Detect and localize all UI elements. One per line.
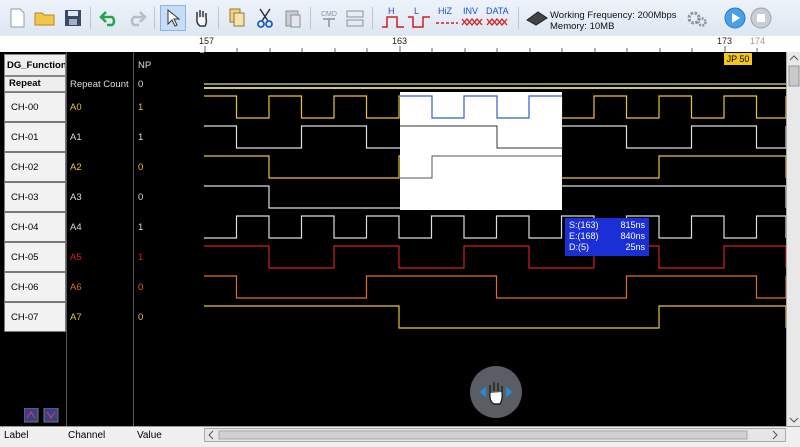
pan-hand-icon[interactable]	[470, 366, 522, 418]
hscroll-thumb[interactable]	[218, 430, 748, 440]
h-label: H	[388, 6, 395, 16]
scroll-up-icon[interactable]	[789, 55, 799, 61]
channel-waveform[interactable]	[204, 275, 786, 299]
channel-label[interactable]: CH-02	[4, 152, 66, 182]
value-header: NP	[138, 59, 152, 71]
value-column-caption: Value	[137, 430, 162, 441]
time-ruler: 157 163 173 174	[0, 36, 800, 53]
channel-value[interactable]: 0	[134, 152, 200, 182]
channel-label[interactable]: CH-06	[4, 272, 66, 302]
vertical-scrollbar[interactable]	[786, 52, 800, 426]
cut-icon[interactable]	[252, 5, 278, 31]
memory-status: Memory: 10MB	[550, 21, 615, 32]
open-folder-icon[interactable]	[32, 5, 58, 31]
toolbar-separator	[218, 7, 219, 29]
start-value: 815ns	[620, 220, 645, 230]
paste-icon[interactable]	[280, 5, 306, 31]
channel-waveform[interactable]	[204, 245, 786, 269]
repeat-value[interactable]: 0	[134, 76, 200, 92]
set-low-icon[interactable]: L	[406, 5, 432, 31]
hand-tool-icon[interactable]	[188, 5, 214, 31]
channel-name: A4	[70, 221, 82, 233]
toolbar-separator	[154, 7, 155, 29]
channel-label[interactable]: CH-05	[4, 242, 66, 272]
label-column-caption: Label	[4, 430, 29, 441]
end-value: 840ns	[620, 231, 645, 241]
channel-label[interactable]: CH-00	[4, 92, 66, 122]
remove-channel-icon[interactable]	[43, 407, 59, 423]
l-label: L	[414, 6, 419, 16]
step-icon[interactable]	[342, 5, 368, 31]
end-label: E:(168)	[569, 231, 599, 241]
status-area: Working Frequency: 200Mbps Memory: 10MB	[550, 10, 677, 32]
channel-name: A1	[70, 131, 82, 143]
add-channel-icon[interactable]	[23, 407, 39, 423]
scroll-thumb[interactable]	[788, 65, 800, 87]
channel-table: DG_Function NP Repeat Repeat Count 0 CH-…	[0, 52, 200, 426]
jump-marker[interactable]: JP 50	[724, 53, 752, 65]
cmd-icon[interactable]: CMD	[316, 5, 342, 31]
repeat-count-label: Repeat Count	[70, 78, 129, 90]
channel-label[interactable]: CH-07	[4, 302, 66, 332]
measurement-info: S:(163) 815ns E:(168) 840ns D:(5) 25ns	[565, 218, 649, 256]
delta-value: 25ns	[625, 242, 645, 252]
stop-icon[interactable]	[748, 5, 774, 31]
inv-label: INV	[463, 6, 478, 16]
scroll-down-icon[interactable]	[789, 417, 799, 423]
channel-waveform[interactable]	[204, 215, 786, 239]
save-icon[interactable]	[60, 5, 86, 31]
working-frequency: Working Frequency: 200Mbps	[550, 10, 677, 21]
channel-name: A0	[70, 101, 82, 113]
channel-column-caption: Channel	[68, 430, 106, 441]
channel-value[interactable]: 0	[134, 182, 200, 212]
channel-value[interactable]: 1	[134, 212, 200, 242]
device-icon	[524, 5, 550, 31]
delta-label: D:(5)	[569, 242, 589, 252]
repeat-label: Repeat	[4, 76, 66, 92]
column-divider	[66, 52, 67, 426]
undo-icon[interactable]	[96, 5, 122, 31]
channel-label[interactable]: CH-01	[4, 122, 66, 152]
toolbar-separator	[372, 7, 373, 29]
channel-label[interactable]: CH-04	[4, 212, 66, 242]
set-hiz-icon[interactable]: HiZ	[434, 5, 460, 31]
channel-name: A6	[70, 281, 82, 293]
cmd-label: CMD	[321, 11, 337, 18]
channel-name: A5	[70, 251, 82, 263]
toolbar-separator	[90, 7, 91, 29]
gear-icon[interactable]	[684, 5, 710, 31]
scroll-left-icon[interactable]	[208, 430, 214, 440]
pointer-icon[interactable]	[160, 5, 186, 31]
redo-icon[interactable]	[124, 5, 150, 31]
label-header: DG_Function	[4, 54, 66, 76]
channel-name: A3	[70, 191, 82, 203]
channel-value[interactable]: 0	[134, 302, 200, 332]
invert-icon[interactable]: INV	[460, 5, 486, 31]
copy-icon[interactable]	[224, 5, 250, 31]
channel-value[interactable]: 1	[134, 122, 200, 152]
start-label: S:(163)	[569, 220, 599, 230]
channel-value[interactable]: 1	[134, 92, 200, 122]
toolbar-separator	[518, 7, 519, 29]
horizontal-scrollbar[interactable]	[204, 428, 786, 442]
toolbar: CMD H L HiZ INV DATA Working Frequency: …	[0, 0, 800, 37]
data-label: DATA	[486, 6, 509, 16]
channel-name: A2	[70, 161, 82, 173]
data-icon[interactable]: DATA	[486, 5, 512, 31]
set-high-icon[interactable]: H	[380, 5, 406, 31]
bottom-left-tools	[23, 407, 64, 427]
channel-value[interactable]: 0	[134, 272, 200, 302]
channel-label[interactable]: CH-03	[4, 182, 66, 212]
ruler-ticks	[204, 46, 758, 52]
channel-name: A7	[70, 311, 82, 323]
toolbar-separator	[310, 7, 311, 29]
selection-region[interactable]	[400, 92, 562, 210]
channel-value[interactable]: 1	[134, 242, 200, 272]
hiz-label: HiZ	[438, 6, 452, 16]
column-divider	[133, 52, 134, 426]
play-icon[interactable]	[722, 5, 748, 31]
scroll-right-icon[interactable]	[772, 430, 778, 440]
channel-waveform[interactable]	[204, 305, 786, 329]
new-file-icon[interactable]	[4, 5, 30, 31]
